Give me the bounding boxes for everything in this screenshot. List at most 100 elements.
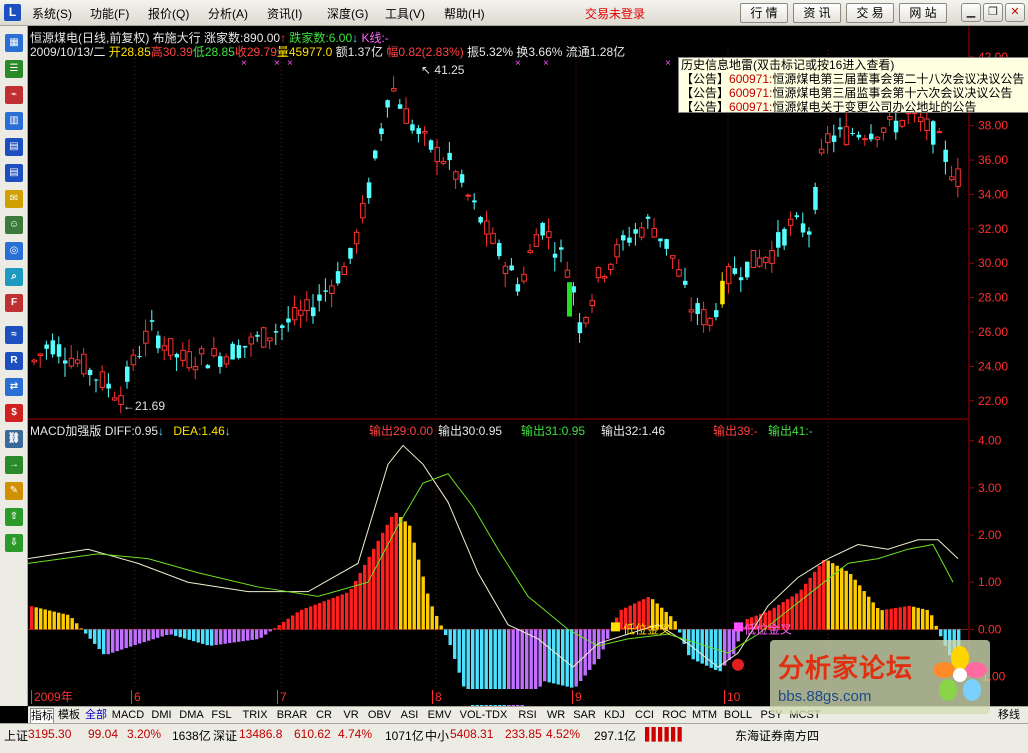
macd-bar: [898, 607, 902, 630]
candle-body: [695, 303, 700, 315]
candle-body: [614, 244, 620, 258]
tab-dmi[interactable]: DMI: [148, 708, 175, 723]
announcement-row[interactable]: 【公告】600971:恒源煤电第三届监事会第十六次会议决议公告: [679, 86, 1028, 100]
news-icon[interactable]: ✉: [5, 190, 23, 208]
candle-body: [161, 345, 168, 351]
candle-body: [887, 116, 893, 120]
tab---[interactable]: 全部: [84, 708, 108, 723]
tab-vol-tdx[interactable]: VOL-TDX: [456, 708, 511, 723]
tab-roc[interactable]: ROC: [661, 708, 688, 723]
candle-body: [87, 369, 93, 376]
tab-cci[interactable]: CCI: [631, 708, 658, 723]
grid-icon[interactable]: ▦: [5, 34, 23, 52]
macd-bar: [88, 629, 92, 639]
line-chart-icon[interactable]: ⌁: [5, 86, 23, 104]
candle-body: [218, 356, 223, 367]
menu-depth[interactable]: 深度(G): [327, 5, 368, 22]
website-button[interactable]: 网 站: [899, 3, 947, 23]
close-icon[interactable]: ✕: [1005, 3, 1025, 22]
tab-trix[interactable]: TRIX: [238, 708, 272, 723]
menu-info[interactable]: 资讯(I): [267, 5, 302, 22]
bar-chart-icon[interactable]: ▥: [5, 112, 23, 130]
tab-rsi[interactable]: RSI: [514, 708, 541, 723]
link-icon[interactable]: ⛓: [5, 430, 23, 448]
tab-asi[interactable]: ASI: [396, 708, 423, 723]
candle-body: [403, 108, 409, 124]
sz-value: 13486.8: [239, 727, 283, 741]
macd-bar: [322, 601, 326, 630]
pen-icon[interactable]: ✎: [5, 482, 23, 500]
macd-bar: [282, 621, 286, 630]
restore-icon[interactable]: ❐: [983, 3, 1003, 22]
chart-area[interactable]: 42.0040.0038.0036.0034.0032.0030.0028.00…: [28, 26, 1028, 706]
trade-button[interactable]: 交 易: [846, 3, 894, 23]
menu-system[interactable]: 系统(S): [32, 5, 72, 22]
announcement-code: 600971:: [729, 72, 773, 86]
macd-bar: [840, 568, 844, 630]
tab---[interactable]: 指标: [30, 708, 54, 723]
announcement-row[interactable]: 【公告】600971:恒源煤电关于变更公司办公地址的公告: [679, 100, 1028, 114]
candle-body: [633, 229, 638, 234]
export-icon[interactable]: →: [5, 456, 23, 474]
tab---[interactable]: 模板: [57, 708, 81, 723]
table-icon[interactable]: ▤: [5, 138, 23, 156]
tab-cr[interactable]: CR: [312, 708, 336, 723]
tab-obv[interactable]: OBV: [366, 708, 393, 723]
candle-body: [286, 318, 291, 323]
time-axis-label: 7: [277, 690, 287, 704]
up-arrow-icon[interactable]: ⇧: [5, 508, 23, 526]
tab-sar[interactable]: SAR: [571, 708, 598, 723]
people-icon[interactable]: ☺: [5, 216, 23, 234]
app-logo-icon[interactable]: L: [4, 4, 21, 21]
minimize-icon[interactable]: ▁: [961, 3, 981, 22]
menu-tools[interactable]: 工具(V): [385, 5, 425, 22]
compare-icon[interactable]: ⇄: [5, 378, 23, 396]
menu-function[interactable]: 功能(F): [90, 5, 129, 22]
macd-bar: [210, 629, 214, 646]
down-arrow-icon[interactable]: ⇩: [5, 534, 23, 552]
tab-wr[interactable]: WR: [544, 708, 568, 723]
fund-icon[interactable]: ◎: [5, 242, 23, 260]
menu-quote[interactable]: 报价(Q): [148, 5, 189, 22]
candle-body: [515, 284, 521, 292]
candle-body: [899, 120, 905, 127]
menu-analysis[interactable]: 分析(A): [208, 5, 248, 22]
tab-emv[interactable]: EMV: [426, 708, 453, 723]
news-button[interactable]: 资 讯: [793, 3, 841, 23]
sme-value: 5408.31: [450, 727, 494, 741]
macd-bar: [169, 629, 173, 635]
kline-chart[interactable]: 42.0040.0038.0036.0034.0032.0030.0028.00…: [28, 26, 1028, 706]
rsi-icon[interactable]: R: [5, 352, 23, 370]
candle-body: [918, 116, 924, 123]
tab-brar[interactable]: BRAR: [275, 708, 309, 723]
quote-button[interactable]: 行 情: [740, 3, 788, 23]
bar-amount: 额1.37亿: [335, 45, 383, 59]
candle-body: [831, 135, 837, 142]
macd-bar: [804, 583, 808, 630]
tab-kdj[interactable]: KDJ: [601, 708, 628, 723]
list-icon[interactable]: ☰: [5, 60, 23, 78]
macd-out31: 输出31:0.95: [521, 424, 586, 438]
f10-icon[interactable]: F: [5, 294, 23, 312]
candle-body: [943, 149, 948, 162]
tab-mtm[interactable]: MTM: [691, 708, 718, 723]
tab-dma[interactable]: DMA: [178, 708, 205, 723]
macd-bar: [385, 524, 389, 630]
move-line-label[interactable]: 移线: [994, 708, 1024, 723]
low-annotation: ←21.69: [123, 399, 165, 413]
candle-body: [509, 265, 514, 271]
tab-fsl[interactable]: FSL: [208, 708, 235, 723]
tab-vr[interactable]: VR: [339, 708, 363, 723]
macd-bar: [678, 629, 682, 633]
announcement-row[interactable]: 【公告】600971:恒源煤电第三届董事会第二十八次会议决议公告: [679, 72, 1028, 86]
tab-macd[interactable]: MACD: [111, 708, 145, 723]
wave-icon[interactable]: ≈: [5, 326, 23, 344]
dollar-icon[interactable]: $: [5, 404, 23, 422]
menu-help[interactable]: 帮助(H): [444, 5, 485, 22]
time-axis-label: 6: [131, 690, 141, 704]
history-info-popup[interactable]: 历史信息地雷(双击标记或按16进入查看) 【公告】600971:恒源煤电第三届董…: [678, 57, 1028, 114]
table-icon[interactable]: ▤: [5, 164, 23, 182]
search-icon[interactable]: ⌕: [5, 268, 23, 286]
tab-boll[interactable]: BOLL: [721, 708, 755, 723]
candle-body: [317, 294, 322, 301]
